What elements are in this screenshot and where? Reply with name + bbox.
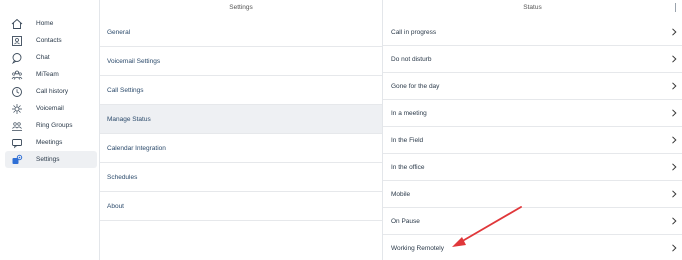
sidebar-item-chat[interactable]: Chat — [5, 49, 97, 66]
status-item-in-a-meeting[interactable]: In a meeting — [383, 100, 682, 127]
settings-panel: Settings General Voicemail Settings Call… — [100, 0, 382, 260]
status-item-label: In the office — [391, 163, 425, 171]
sidebar-item-label: Contacts — [36, 37, 62, 44]
settings-item-label: Schedules — [107, 173, 138, 181]
status-item-do-not-disturb[interactable]: Do not disturb — [383, 46, 682, 73]
status-item-label: Mobile — [391, 190, 411, 198]
settings-item-label: About — [107, 202, 124, 210]
settings-item-label: Voicemail Settings — [107, 57, 161, 65]
sidebar-item-label: Meetings — [36, 139, 63, 146]
sidebar-item-miteam[interactable]: MiTeam — [5, 66, 97, 83]
status-item-label: Gone for the day — [391, 82, 440, 90]
settings-header: Settings — [100, 0, 382, 16]
settings-item-label: Call Settings — [107, 86, 144, 94]
meetings-icon — [10, 136, 24, 150]
status-panel: Status Call in progress Do not disturb G… — [383, 0, 682, 260]
settings-item-call-settings[interactable]: Call Settings — [100, 76, 382, 105]
status-item-call-in-progress[interactable]: Call in progress — [383, 19, 682, 46]
status-item-in-the-field[interactable]: In the Field — [383, 127, 682, 154]
status-item-label: On Pause — [391, 217, 420, 225]
chat-icon — [10, 51, 24, 65]
settings-item-label: General — [107, 28, 131, 36]
chevron-right-icon — [672, 190, 677, 198]
chevron-right-icon — [672, 28, 677, 36]
chevron-right-icon — [672, 244, 677, 252]
status-item-label: Do not disturb — [391, 55, 432, 63]
sidebar-item-label: Home — [36, 20, 54, 27]
sidebar: Home Contacts Chat MiTeam Call history V… — [0, 0, 99, 260]
status-item-label: In a meeting — [391, 109, 427, 117]
contacts-icon — [10, 34, 24, 48]
sidebar-item-meetings[interactable]: Meetings — [5, 134, 97, 151]
settings-item-about[interactable]: About — [100, 192, 382, 221]
chevron-right-icon — [672, 217, 677, 225]
voicemail-icon — [10, 102, 24, 116]
sidebar-item-label: Ring Groups — [36, 122, 73, 129]
sidebar-item-label: MiTeam — [36, 71, 59, 78]
settings-header-label: Settings — [229, 4, 253, 11]
status-item-gone-for-the-day[interactable]: Gone for the day — [383, 73, 682, 100]
ring-groups-icon — [10, 119, 24, 133]
settings-item-schedules[interactable]: Schedules — [100, 163, 382, 192]
sidebar-item-contacts[interactable]: Contacts — [5, 32, 97, 49]
settings-item-label: Manage Status — [107, 115, 151, 123]
settings-item-voicemail-settings[interactable]: Voicemail Settings — [100, 47, 382, 76]
sidebar-item-label: Call history — [36, 88, 69, 95]
sidebar-item-label: Settings — [36, 156, 60, 163]
settings-icon — [10, 153, 24, 167]
chevron-right-icon — [672, 163, 677, 171]
sidebar-item-ring-groups[interactable]: Ring Groups — [5, 117, 97, 134]
chevron-right-icon — [672, 109, 677, 117]
clock-icon — [10, 85, 24, 99]
home-icon — [10, 17, 24, 31]
status-item-in-the-office[interactable]: In the office — [383, 154, 682, 181]
sidebar-item-label: Chat — [36, 54, 50, 61]
status-item-mobile[interactable]: Mobile — [383, 181, 682, 208]
status-item-label: Call in progress — [391, 28, 437, 36]
sidebar-item-settings[interactable]: Settings — [5, 151, 97, 168]
scrollbar-handle[interactable] — [675, 3, 676, 12]
settings-item-calendar-integration[interactable]: Calendar Integration — [100, 134, 382, 163]
settings-item-label: Calendar Integration — [107, 144, 166, 152]
status-item-on-pause[interactable]: On Pause — [383, 208, 682, 235]
status-item-label: In the Field — [391, 136, 424, 144]
settings-item-manage-status[interactable]: Manage Status — [100, 105, 382, 134]
sidebar-item-home[interactable]: Home — [5, 15, 97, 32]
sidebar-item-label: Voicemail — [36, 105, 64, 112]
sidebar-item-voicemail[interactable]: Voicemail — [5, 100, 97, 117]
settings-item-general[interactable]: General — [100, 18, 382, 47]
sidebar-item-call-history[interactable]: Call history — [5, 83, 97, 100]
team-icon — [10, 68, 24, 82]
status-item-working-remotely[interactable]: Working Remotely — [383, 235, 682, 260]
status-header-label: Status — [523, 4, 542, 11]
chevron-right-icon — [672, 55, 677, 63]
status-item-label: Working Remotely — [391, 244, 444, 252]
chevron-right-icon — [672, 82, 677, 90]
status-header: Status — [383, 0, 682, 16]
chevron-right-icon — [672, 136, 677, 144]
